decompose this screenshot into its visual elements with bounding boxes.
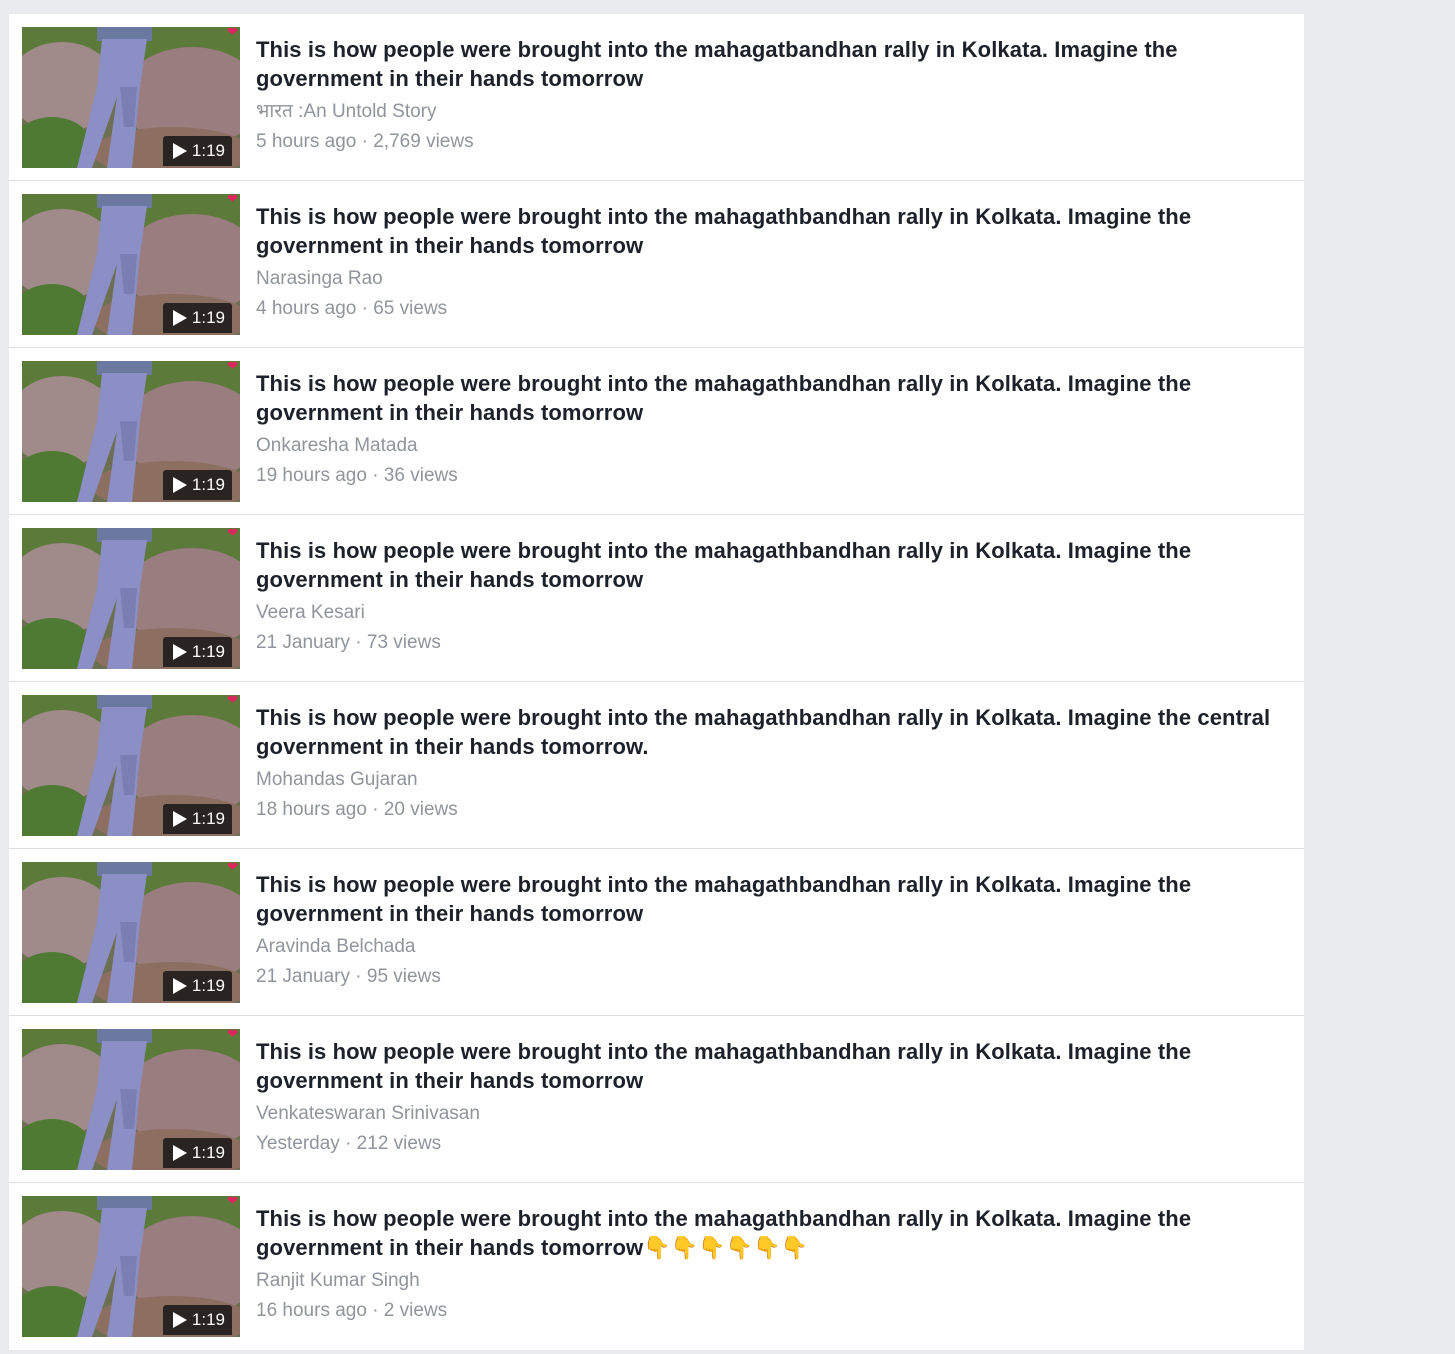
video-meta: Yesterday · 212 views <box>256 1133 442 1154</box>
duration-label: 1:19 <box>191 976 225 995</box>
heart-icon: ❤ <box>227 862 238 874</box>
author-name[interactable]: Narasinga Rao <box>256 268 1286 290</box>
play-icon <box>172 644 187 660</box>
duration-badge: 1:19 <box>162 1305 232 1335</box>
play-icon <box>172 477 187 493</box>
video-info: This is how people were brought into the… <box>256 203 1286 320</box>
duration-badge: 1:19 <box>162 470 232 500</box>
heart-icon: ❤ <box>227 1029 238 1041</box>
video-result[interactable]: ❤ 1:19 This is how people were brought i… <box>9 14 1304 181</box>
duration-badge: 1:19 <box>162 804 232 834</box>
title-suffix-emoji: 👇👇👇👇👇👇 <box>643 1234 809 1260</box>
video-info: This is how people were brought into the… <box>256 871 1286 988</box>
video-title: This is how people were brought into the… <box>256 37 1178 91</box>
video-thumbnail[interactable]: ❤ 1:19 <box>22 361 240 502</box>
video-result[interactable]: ❤ 1:19 This is how people were brought i… <box>9 348 1304 515</box>
video-info: This is how people were brought into the… <box>256 1038 1286 1155</box>
duration-label: 1:19 <box>191 642 225 661</box>
play-icon <box>172 310 187 326</box>
author-name[interactable]: Onkaresha Matada <box>256 435 1286 457</box>
play-icon <box>172 978 187 994</box>
author-name[interactable]: Aravinda Belchada <box>256 936 1286 958</box>
video-meta: 4 hours ago · 65 views <box>256 298 448 319</box>
video-meta: 21 January · 73 views <box>256 632 441 653</box>
video-title-link[interactable]: This is how people were brought into the… <box>256 370 1286 427</box>
video-thumbnail[interactable]: ❤ 1:19 <box>22 27 240 168</box>
duration-label: 1:19 <box>191 141 225 160</box>
video-meta: 21 January · 95 views <box>256 966 441 987</box>
duration-badge: 1:19 <box>162 303 232 333</box>
duration-label: 1:19 <box>191 809 225 828</box>
video-meta: 16 hours ago · 2 views <box>256 1300 448 1321</box>
duration-label: 1:19 <box>191 1310 225 1329</box>
video-thumbnail[interactable]: ❤ 1:19 <box>22 1029 240 1170</box>
video-result[interactable]: ❤ 1:19 This is how people were brought i… <box>9 849 1304 1016</box>
play-icon <box>172 143 187 159</box>
video-result[interactable]: ❤ 1:19 This is how people were brought i… <box>9 181 1304 348</box>
video-thumbnail[interactable]: ❤ 1:19 <box>22 194 240 335</box>
video-thumbnail[interactable]: ❤ 1:19 <box>22 862 240 1003</box>
video-thumbnail[interactable]: ❤ 1:19 <box>22 528 240 669</box>
play-icon <box>172 811 187 827</box>
author-name[interactable]: Veera Kesari <box>256 602 1286 624</box>
duration-badge: 1:19 <box>162 1138 232 1168</box>
duration-label: 1:19 <box>191 308 225 327</box>
video-title-link[interactable]: This is how people were brought into the… <box>256 1038 1286 1095</box>
video-title-link[interactable]: This is how people were brought into the… <box>256 871 1286 928</box>
duration-label: 1:19 <box>191 1143 225 1162</box>
heart-icon: ❤ <box>227 361 238 373</box>
duration-badge: 1:19 <box>162 971 232 1001</box>
author-name[interactable]: Ranjit Kumar Singh <box>256 1270 1286 1292</box>
video-result[interactable]: ❤ 1:19 This is how people were brought i… <box>9 682 1304 849</box>
video-results-list: ❤ 1:19 This is how people were brought i… <box>9 14 1304 1350</box>
author-name[interactable]: भारत :An Untold Story <box>256 101 1286 123</box>
video-meta: 5 hours ago · 2,769 views <box>256 131 474 152</box>
video-title: This is how people were brought into the… <box>256 1039 1192 1093</box>
video-title: This is how people were brought into the… <box>256 872 1192 926</box>
author-name[interactable]: Mohandas Gujaran <box>256 769 1286 791</box>
video-title: This is how people were brought into the… <box>256 371 1192 425</box>
duration-badge: 1:19 <box>162 136 232 166</box>
video-thumbnail[interactable]: ❤ 1:19 <box>22 1196 240 1337</box>
video-info: This is how people were brought into the… <box>256 537 1286 654</box>
duration-badge: 1:19 <box>162 637 232 667</box>
video-title: This is how people were brought into the… <box>256 204 1192 258</box>
video-info: This is how people were brought into the… <box>256 36 1286 153</box>
video-meta: 18 hours ago · 20 views <box>256 799 458 820</box>
play-icon <box>172 1145 187 1161</box>
video-title-link[interactable]: This is how people were brought into the… <box>256 203 1286 260</box>
video-thumbnail[interactable]: ❤ 1:19 <box>22 695 240 836</box>
heart-icon: ❤ <box>227 695 238 707</box>
duration-label: 1:19 <box>191 475 225 494</box>
video-result[interactable]: ❤ 1:19 This is how people were brought i… <box>9 1016 1304 1183</box>
author-name[interactable]: Venkateswaran Srinivasan <box>256 1103 1286 1125</box>
video-result[interactable]: ❤ 1:19 This is how people were brought i… <box>9 1183 1304 1350</box>
video-info: This is how people were brought into the… <box>256 704 1286 821</box>
heart-icon: ❤ <box>227 528 238 540</box>
video-title-link[interactable]: This is how people were brought into the… <box>256 537 1286 594</box>
video-meta: 19 hours ago · 36 views <box>256 465 458 486</box>
video-info: This is how people were brought into the… <box>256 370 1286 487</box>
video-title-link[interactable]: This is how people were brought into the… <box>256 704 1286 761</box>
video-title: This is how people were brought into the… <box>256 705 1271 759</box>
play-icon <box>172 1312 187 1328</box>
video-title-link[interactable]: This is how people were brought into the… <box>256 36 1286 93</box>
video-info: This is how people were brought into the… <box>256 1205 1286 1322</box>
heart-icon: ❤ <box>227 194 238 206</box>
video-result[interactable]: ❤ 1:19 This is how people were brought i… <box>9 515 1304 682</box>
heart-icon: ❤ <box>227 1196 238 1208</box>
heart-icon: ❤ <box>227 27 238 39</box>
video-title-link[interactable]: This is how people were brought into the… <box>256 1205 1286 1262</box>
video-title: This is how people were brought into the… <box>256 538 1192 592</box>
